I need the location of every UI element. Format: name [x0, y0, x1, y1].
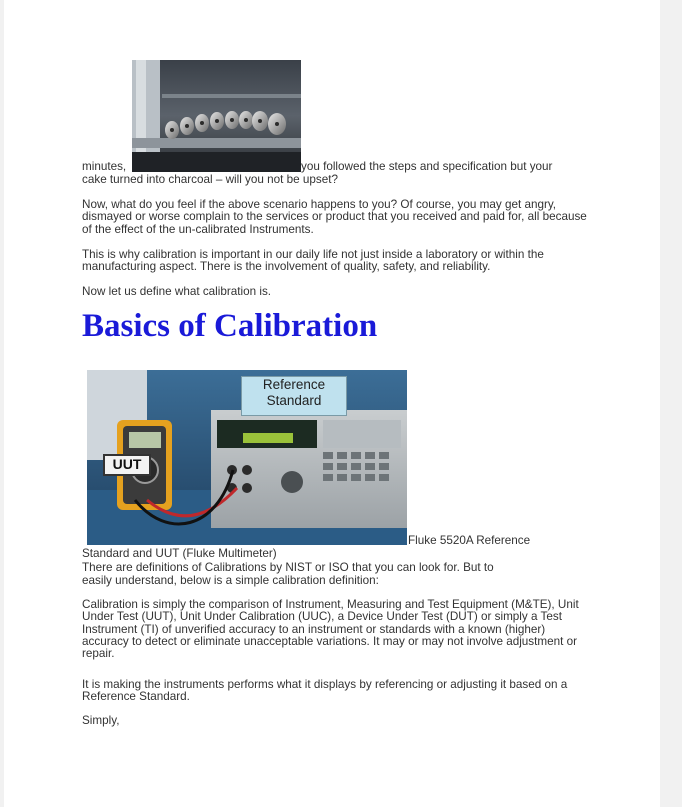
paragraph-simply: Simply,: [82, 714, 120, 727]
paragraph-scenario: Now, what do you feel if the above scena…: [82, 198, 587, 236]
reference-label-line1: Reference: [262, 377, 326, 392]
reference-standard-label: Reference Standard: [241, 376, 347, 416]
caption-part1: Fluke 5520A Reference: [408, 534, 531, 547]
paragraph-importance: This is why calibration is important in …: [82, 248, 544, 274]
paragraph-reference: It is making the instruments performs wh…: [82, 678, 568, 704]
paragraph-definition: Calibration is simply the comparison of …: [82, 598, 579, 661]
paragraph-define: Now let us define what calibration is.: [82, 285, 272, 298]
page-heading: Basics of Calibration: [82, 308, 378, 344]
p1-line2: cake turned into charcoal – will you not…: [82, 173, 338, 186]
uut-label: UUT: [103, 454, 151, 476]
p1-after-image: you followed the steps and specification…: [301, 160, 553, 173]
oven-racks-image: [132, 60, 301, 172]
p1-prefix: minutes,: [82, 160, 127, 173]
reference-label-line2: Standard: [266, 393, 322, 408]
p5-line2: easily understand, below is a simple cal…: [82, 574, 379, 587]
p5-line1: There are definitions of Calibrations by…: [82, 561, 494, 574]
document-page: minutes, you followed the steps and spec…: [4, 0, 660, 807]
calibration-setup-image: Reference Standard UUT: [87, 370, 407, 545]
caption-part2: Standard and UUT (Fluke Multimeter): [82, 547, 277, 560]
